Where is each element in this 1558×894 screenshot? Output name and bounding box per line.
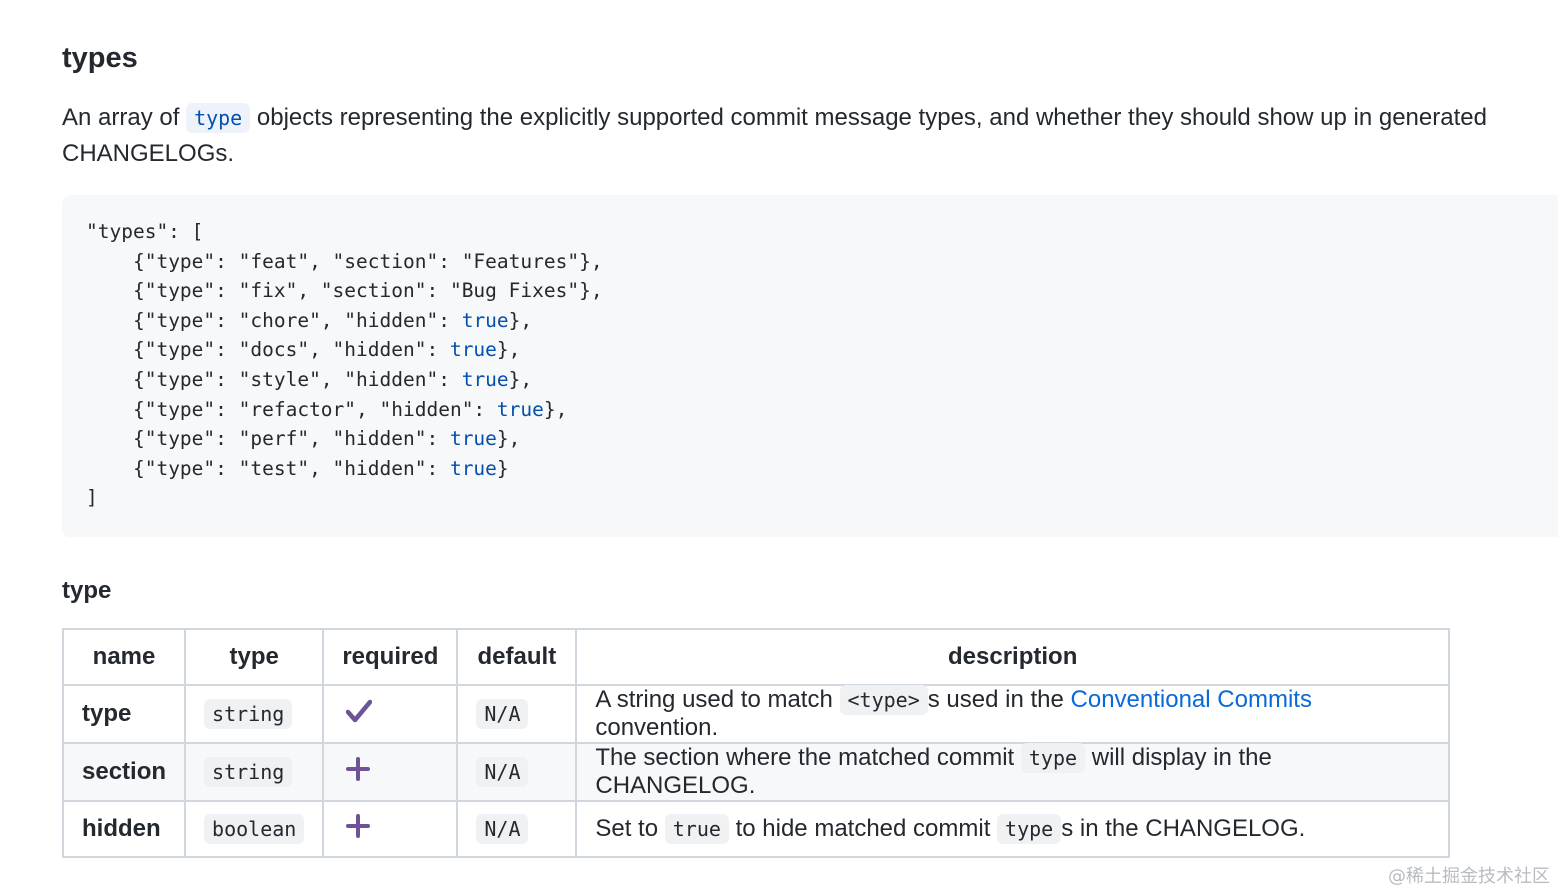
code-line-open: "types": [ <box>86 220 204 243</box>
default-code: N/A <box>476 699 529 729</box>
desc-text: s used in the <box>927 686 1064 713</box>
code-line-close: ] <box>86 486 98 510</box>
section-heading: types <box>62 42 138 74</box>
desc-code: type <box>997 814 1062 844</box>
cell-name: hidden <box>61 800 187 858</box>
cell-default: N/A <box>456 800 578 858</box>
code-line: {"type": "refactor", "hidden": true}, <box>132 397 568 421</box>
code-line: {"type": "fix", "section": "Bug Fixes"}, <box>132 279 603 303</box>
cell-required <box>322 684 459 744</box>
intro-text-before: An array of <box>62 104 180 131</box>
cell-type: string <box>184 684 325 744</box>
cell-description: The section where the matched commit typ… <box>575 742 1450 802</box>
type-code: boolean <box>204 814 305 844</box>
code-line: {"type": "feat", "section": "Features"}, <box>132 249 603 273</box>
desc-text: A string used to match <box>595 686 833 713</box>
cell-required <box>322 742 459 802</box>
intro-paragraph: An array of type objects representing th… <box>62 100 1502 172</box>
check-icon <box>346 699 373 730</box>
code-line: {"type": "perf", "hidden": true}, <box>132 427 521 451</box>
desc-text: Set to <box>595 815 659 842</box>
code-line: {"type": "chore", "hidden": true}, <box>132 308 533 332</box>
desc-code: type <box>1020 743 1086 773</box>
desc-code: true <box>664 814 729 844</box>
table-row: section string N/A The section where the… <box>61 742 1450 802</box>
conventional-commits-link[interactable]: Conventional Commits <box>1071 686 1312 713</box>
cell-description: Set to true to hide matched commit type s… <box>575 800 1450 858</box>
plus-icon <box>346 813 371 845</box>
code-line: {"type": "test", "hidden": true} <box>132 456 509 480</box>
properties-table: name type required default description t… <box>61 628 1450 858</box>
code-line: {"type": "style", "hidden": true}, <box>132 367 533 391</box>
cell-default: N/A <box>456 684 578 744</box>
code-block[interactable]: "types": [ {"type": "feat", "section": "… <box>62 195 1558 537</box>
table-row: hidden boolean N/A Set to true to hide m… <box>61 800 1450 858</box>
column-header-default: default <box>456 628 578 686</box>
cell-name: type <box>61 684 187 744</box>
column-header-required: required <box>322 628 459 686</box>
default-code: N/A <box>476 814 529 844</box>
cell-type: string <box>184 742 325 802</box>
cell-type: boolean <box>184 800 325 858</box>
type-code: string <box>204 757 293 787</box>
column-header-name: name <box>61 628 187 686</box>
column-header-type: type <box>184 628 325 686</box>
watermark: @稀土掘金技术社区 <box>1388 866 1550 887</box>
cell-default: N/A <box>456 742 578 802</box>
intro-inline-code: type <box>186 103 251 133</box>
desc-code: <type> <box>839 685 928 715</box>
cell-required <box>322 800 459 858</box>
column-header-description: description <box>575 628 1450 686</box>
table-header-row: name type required default description <box>61 628 1450 686</box>
cell-description: A string used to match <type> s used in t… <box>575 684 1450 744</box>
intro-text-after: objects representing the explicitly supp… <box>62 104 1487 167</box>
desc-text: The section where the matched commit <box>595 744 1015 771</box>
subsection-heading: type <box>62 577 112 604</box>
type-code: string <box>204 699 293 729</box>
desc-text: convention. <box>595 714 719 741</box>
desc-text: to hide matched commit <box>735 815 991 842</box>
cell-name: section <box>61 742 187 802</box>
default-code: N/A <box>476 757 529 787</box>
code-line: {"type": "docs", "hidden": true}, <box>132 338 521 362</box>
plus-icon <box>346 756 371 788</box>
desc-text: s in the CHANGELOG. <box>1061 815 1306 842</box>
table-row: type string N/A A string used to match <… <box>61 684 1450 744</box>
